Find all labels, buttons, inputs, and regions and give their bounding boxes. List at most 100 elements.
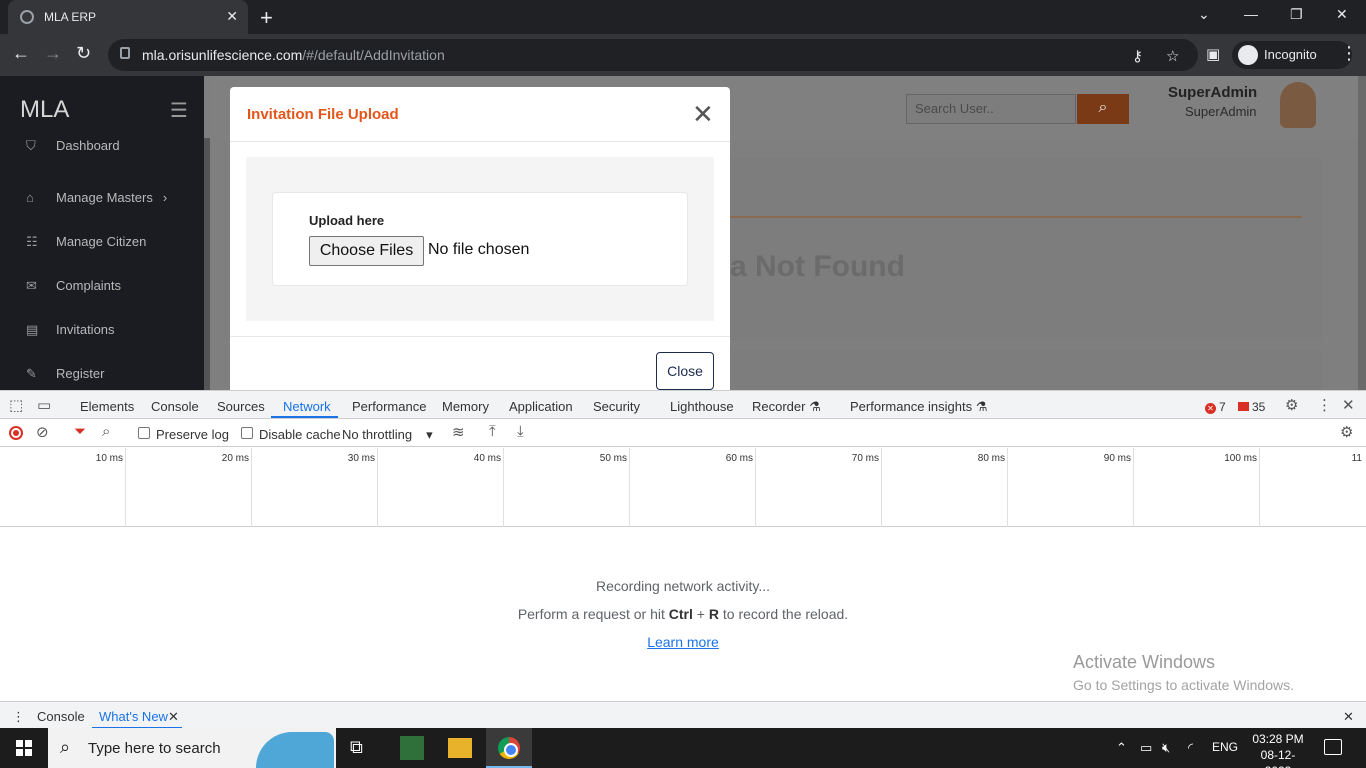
- restore-button[interactable]: ❐: [1290, 6, 1303, 23]
- sidebar-scrollbar[interactable]: [204, 138, 210, 390]
- back-button[interactable]: ←: [12, 43, 30, 64]
- battery-icon[interactable]: ▭: [1140, 740, 1152, 756]
- close-button[interactable]: Close: [656, 352, 714, 390]
- choose-files-button[interactable]: Choose Files: [309, 236, 424, 266]
- caret-down-icon: ▾: [426, 427, 433, 442]
- throttling-select[interactable]: No throttling ▾: [342, 427, 433, 443]
- close-icon[interactable]: ✕: [692, 101, 714, 127]
- shield-icon: ⛉: [26, 138, 36, 153]
- bookmark-star-icon[interactable]: ☆: [1166, 47, 1179, 65]
- divider: [230, 336, 730, 337]
- tab-lighthouse[interactable]: Lighthouse: [670, 399, 734, 414]
- network-overview-timeline[interactable]: 10 ms 20 ms 30 ms 40 ms 50 ms 60 ms 70 m…: [0, 448, 1366, 527]
- side-panel-icon[interactable]: ▣: [1206, 45, 1220, 63]
- upload-har-icon[interactable]: ⤒: [489, 423, 496, 440]
- flask-icon: ⚗: [809, 399, 821, 414]
- sidebar-item-dashboard[interactable]: ⛉ Dashboard: [26, 138, 120, 154]
- tab-search-icon[interactable]: ⌄: [1198, 6, 1210, 23]
- notification-icon[interactable]: [1324, 739, 1342, 755]
- app-icon[interactable]: [400, 736, 424, 760]
- sidebar-item-complaints[interactable]: ✉ Complaints: [26, 278, 121, 294]
- forward-button[interactable]: →: [44, 43, 62, 64]
- tab-performance-insights[interactable]: Performance insights ⚗: [850, 399, 987, 415]
- close-drawer-tab-icon[interactable]: ✕: [168, 709, 179, 725]
- search-button[interactable]: ⌕: [1077, 94, 1129, 124]
- divider: [230, 141, 730, 142]
- avatar[interactable]: [1280, 82, 1316, 128]
- tab-application[interactable]: Application: [509, 399, 573, 414]
- key-icon[interactable]: ⚷: [1132, 47, 1143, 65]
- incognito-label: Incognito: [1264, 47, 1317, 62]
- close-drawer-icon[interactable]: ✕: [1343, 709, 1354, 725]
- learn-more-row: Learn more: [0, 634, 1366, 650]
- disable-cache-label: Disable cache: [259, 427, 341, 442]
- incognito-indicator[interactable]: Incognito: [1232, 41, 1352, 69]
- document-icon: ▤: [26, 322, 39, 337]
- hint-key-ctrl: Ctrl: [668, 606, 693, 622]
- timeline-gridline: [1133, 448, 1134, 527]
- browser-tab[interactable]: MLA ERP ✕: [8, 0, 248, 34]
- new-tab-button[interactable]: +: [260, 5, 273, 31]
- sidebar-item-label: Dashboard: [56, 138, 120, 153]
- error-count: 7: [1219, 400, 1226, 414]
- sidebar-item-manage-masters[interactable]: ⌂ Manage Masters ›: [26, 190, 167, 205]
- timeline-gridline: [1007, 448, 1008, 527]
- tab-elements[interactable]: Elements: [80, 399, 134, 414]
- more-options-icon[interactable]: ⋮: [1317, 396, 1332, 414]
- tab-recorder[interactable]: Recorder ⚗: [752, 399, 821, 415]
- taskbar-search-box[interactable]: ⌕ Type here to search: [48, 728, 336, 768]
- tab-performance[interactable]: Performance: [352, 399, 426, 414]
- preserve-log-label: Preserve log: [156, 427, 229, 442]
- network-conditions-icon[interactable]: ≋: [452, 423, 465, 441]
- tab-memory[interactable]: Memory: [442, 399, 489, 414]
- download-har-icon[interactable]: ⤓: [517, 423, 524, 440]
- page-scrollbar[interactable]: [1358, 76, 1366, 390]
- network-settings-icon[interactable]: ⚙: [1340, 423, 1353, 441]
- activate-windows-title: Activate Windows: [1073, 652, 1216, 672]
- drawer-tab-whats-new[interactable]: What's New: [99, 709, 168, 724]
- sidebar-item-label: Complaints: [56, 278, 122, 293]
- tab-security[interactable]: Security: [593, 399, 640, 414]
- disable-cache-checkbox[interactable]: [241, 427, 253, 439]
- devtools-panel: ⬚ ▭ Elements Console Sources Network Per…: [0, 390, 1366, 729]
- search-icon[interactable]: ⌕: [102, 423, 110, 440]
- windows-start-icon[interactable]: [16, 740, 32, 756]
- window-close-button[interactable]: ✕: [1336, 6, 1348, 23]
- drawer-menu-icon[interactable]: ⋮: [12, 709, 25, 725]
- file-explorer-icon[interactable]: [448, 738, 472, 758]
- task-view-icon[interactable]: ⧉: [350, 737, 363, 758]
- device-toolbar-icon[interactable]: ▭: [37, 396, 51, 414]
- minimize-button[interactable]: —: [1244, 6, 1258, 22]
- sidebar-item-invitations[interactable]: ▤ Invitations: [26, 322, 115, 338]
- learn-more-link[interactable]: Learn more: [647, 634, 719, 650]
- drawer-tab-console[interactable]: Console: [37, 709, 85, 724]
- sidebar-item-register[interactable]: ✎ Register: [26, 366, 104, 382]
- close-devtools-icon[interactable]: ✕: [1342, 396, 1355, 414]
- user-search-input[interactable]: Search User..: [906, 94, 1076, 124]
- volume-muted-icon[interactable]: 🔇︎: [1162, 740, 1170, 756]
- timeline-tick-label: 10 ms: [95, 453, 123, 464]
- wifi-icon[interactable]: ◜: [1188, 740, 1193, 756]
- close-tab-icon[interactable]: ✕: [226, 8, 238, 25]
- clear-icon[interactable]: ⊘: [36, 423, 49, 441]
- filter-icon[interactable]: ⏷: [74, 423, 86, 440]
- record-button[interactable]: [9, 426, 23, 440]
- sidebar-item-manage-citizen[interactable]: ☷ Manage Citizen: [26, 234, 146, 250]
- hamburger-menu-icon[interactable]: ☰: [170, 98, 188, 123]
- settings-gear-icon[interactable]: ⚙: [1285, 396, 1298, 414]
- preserve-log-checkbox[interactable]: [138, 427, 150, 439]
- issues-icon: [1238, 402, 1249, 411]
- system-clock[interactable]: 03:28 PM 08-12-2023: [1250, 731, 1306, 768]
- hint-suffix: to record the reload.: [718, 606, 849, 622]
- issues-badge[interactable]: 35: [1238, 400, 1265, 414]
- tab-sources[interactable]: Sources: [217, 399, 265, 414]
- tab-console[interactable]: Console: [151, 399, 199, 414]
- language-indicator[interactable]: ENG: [1212, 740, 1238, 754]
- inspect-element-icon[interactable]: ⬚: [9, 396, 23, 414]
- address-bar[interactable]: mla.orisunlifescience.com/#/default/AddI…: [108, 39, 1198, 71]
- tab-network[interactable]: Network: [283, 399, 331, 414]
- reload-button[interactable]: ↻: [76, 43, 91, 64]
- browser-menu-icon[interactable]: ⋮: [1340, 43, 1358, 64]
- error-badge[interactable]: ✕ 7: [1205, 400, 1226, 414]
- chevron-up-icon[interactable]: ⌃: [1116, 740, 1127, 756]
